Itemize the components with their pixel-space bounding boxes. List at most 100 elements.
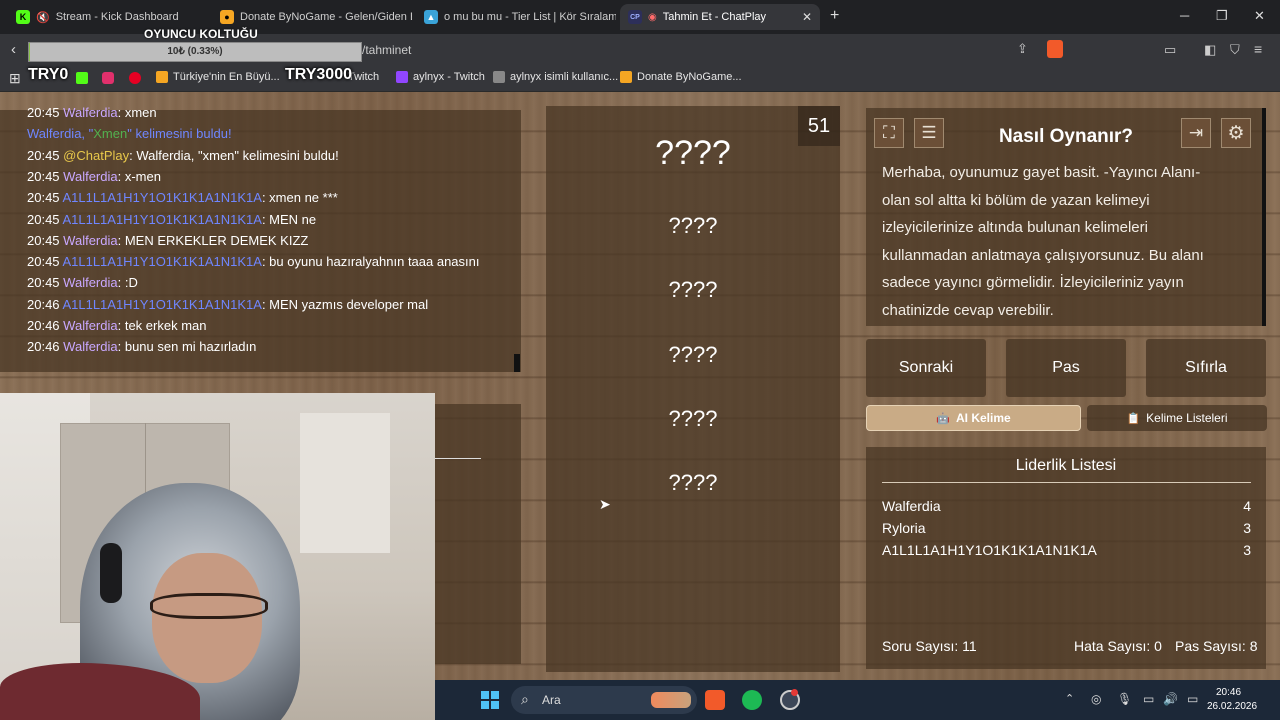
sys-text: Walferdia, "	[27, 126, 94, 142]
maximize-icon[interactable]: ❐	[1216, 8, 1228, 24]
chat-username[interactable]: Walferdia	[63, 105, 117, 120]
tab-label: Kelime Listeleri	[1146, 411, 1228, 425]
donation-goal-title: OYUNCU KOLTUĞU	[144, 27, 258, 41]
tab-label: Donate ByNoGame - Gelen/Giden Ba	[240, 11, 412, 23]
sidebar-icon[interactable]: ◧	[1204, 42, 1216, 58]
settings-gear-icon[interactable]: ⚙	[1221, 118, 1251, 148]
bookmark-label: Donate ByNoGame...	[637, 71, 742, 83]
chatplay-icon: CP	[628, 10, 642, 24]
chat-message: 20:46 Walferdia: tek erkek man	[27, 318, 207, 333]
chat-time: 20:46	[27, 339, 60, 355]
chat-username[interactable]: A1L1L1A1H1Y1O1K1K1A1N1K1A	[62, 297, 261, 312]
chat-message: 20:45 A1L1L1A1H1Y1O1K1K1A1N1K1A: xmen ne…	[27, 190, 338, 206]
donation-goal-bar: 10₺ (0.33%)	[28, 42, 362, 62]
chat-username[interactable]: A1L1L1A1H1Y1O1K1K1A1N1K1A	[62, 254, 261, 269]
howto-line: kullanmadan anlatmaya çalışıyorsunuz. Bu…	[882, 246, 1204, 264]
bookmark-label: Türkiye'nin En Büyü...	[173, 71, 280, 83]
chat-system-message: Walferdia, "Xmen" kelimesini buldu!	[27, 126, 232, 141]
bookmark-twitch[interactable]: Twitch	[348, 71, 379, 83]
leaderboard-panel: Liderlik Listesi	[866, 447, 1266, 669]
player-name: A1L1L1A1H1Y1O1K1K1A1N1K1A	[882, 542, 1097, 558]
close-window-icon[interactable]: ✕	[1254, 8, 1265, 24]
howto-scrollbar[interactable]	[1262, 108, 1266, 326]
network-icon[interactable]: ▭	[1143, 692, 1154, 706]
kick-bookmark-icon[interactable]	[76, 72, 88, 84]
chat-username[interactable]: A1L1L1A1H1Y1O1K1K1A1N1K1A	[62, 212, 261, 227]
tab-tierlist[interactable]: ▲ o mu bu mu - Tier List | Kör Sıralama	[416, 4, 616, 30]
recording-icon: ◉	[648, 11, 657, 23]
search-icon: ⌕	[521, 691, 529, 707]
tray-chevron-icon[interactable]: ⌃	[1065, 692, 1074, 705]
chat-scrollbar[interactable]	[514, 354, 520, 372]
taskbar-search[interactable]: ⌕ Ara	[511, 686, 697, 714]
chat-username[interactable]: Walferdia	[63, 169, 117, 184]
chat-time: 20:45	[27, 105, 60, 120]
brave-shields-icon[interactable]	[1047, 40, 1063, 58]
bookmark-label: aylnyx - Twitch	[413, 71, 485, 83]
player-score: 3	[1243, 520, 1251, 536]
menu-icon[interactable]: ≡	[1254, 41, 1262, 57]
bookmark-aylnyx-twitch[interactable]: aylnyx - Twitch	[396, 71, 485, 83]
found-word: Xmen	[93, 126, 128, 142]
close-tab-icon[interactable]: ✕	[802, 10, 812, 24]
muted-speaker-icon: 🔇	[36, 11, 50, 24]
microphone-icon[interactable]: 🎙	[1117, 692, 1132, 706]
donation-goal-text: 10₺ (0.33%)	[167, 46, 223, 57]
chat-username[interactable]: Walferdia	[63, 233, 117, 248]
page-icon	[493, 71, 505, 83]
chat-time: 20:45	[27, 168, 60, 184]
search-highlight-image	[651, 692, 691, 708]
forbidden-word: ????	[668, 406, 718, 431]
windows-start-icon[interactable]	[481, 691, 499, 709]
exit-icon[interactable]: ⇥	[1181, 118, 1211, 148]
chat-username[interactable]: Walferdia	[63, 275, 117, 290]
volume-icon[interactable]: 🔊	[1163, 692, 1178, 706]
tab-label: Stream - Kick Dashboard	[55, 11, 179, 23]
clock-date[interactable]: 26.02.2026	[1207, 701, 1257, 712]
chat-username[interactable]: A1L1L1A1H1Y1O1K1K1A1N1K1A	[62, 190, 261, 205]
chat-text: MEN ne	[269, 211, 317, 227]
spotify-icon[interactable]	[742, 690, 762, 710]
instagram-icon[interactable]	[102, 72, 114, 84]
bookmark-aylnyx-user[interactable]: aylnyx isimli kullanıc...	[493, 71, 618, 83]
chat-username[interactable]: Walferdia	[63, 339, 117, 354]
main-word: ????	[655, 134, 731, 172]
chat-username[interactable]: Walferdia	[63, 318, 117, 333]
cast-icon[interactable]: ▭	[1164, 42, 1176, 58]
windows-taskbar: ⌕ Ara ⌃ ◎ 🎙 ▭ 🔊 ▭ 20:46 26.02.2026	[435, 680, 1280, 720]
chat-message: 20:45 Walferdia: x-men	[27, 168, 161, 184]
new-tab-button[interactable]: +	[830, 7, 839, 25]
next-button[interactable]: Sonraki	[866, 339, 986, 397]
pass-button[interactable]: Pas	[1006, 339, 1126, 397]
bookmark-turkiye[interactable]: Türkiye'nin En Büyü...	[156, 71, 280, 83]
minimize-icon[interactable]: ─	[1180, 8, 1189, 23]
player-score: 4	[1243, 498, 1251, 514]
tab-label: AI Kelime	[956, 411, 1011, 425]
chat-time: 20:46	[27, 296, 60, 312]
robot-icon: 🤖	[936, 412, 950, 425]
bookmark-donate-bynogame[interactable]: Donate ByNoGame...	[620, 71, 742, 83]
back-icon[interactable]: ‹	[11, 41, 16, 58]
brave-taskbar-icon[interactable]	[705, 690, 725, 710]
clipboard-icon: 📋	[1126, 412, 1141, 425]
tab-chatplay[interactable]: CP ◉ Tahmin Et - ChatPlay ✕	[620, 4, 820, 30]
chat-message: 20:46 Walferdia: bunu sen mi hazırladın	[27, 339, 257, 355]
tab-word-lists[interactable]: 📋 Kelime Listeleri	[1087, 405, 1267, 431]
reset-button[interactable]: Sıfırla	[1146, 339, 1266, 397]
chat-text: bunu sen mi hazırladın	[124, 339, 257, 355]
address-url[interactable]: /tahminet	[362, 43, 411, 57]
bookmark-label: Twitch	[348, 71, 380, 83]
chat-username[interactable]: @ChatPlay	[63, 148, 129, 163]
vpn-shield-icon[interactable]: ⛉	[1230, 42, 1240, 58]
tab-ai-word[interactable]: 🤖 AI Kelime	[866, 405, 1081, 431]
battery-icon[interactable]: ▭	[1187, 692, 1198, 706]
mouse-cursor-icon: ➤	[599, 496, 611, 512]
tray-app-icon[interactable]: ◎	[1091, 692, 1101, 706]
chat-text: MEN ERKEKLER DEMEK KIZZ	[124, 232, 309, 248]
clock-time[interactable]: 20:46	[1216, 687, 1241, 698]
pinterest-icon[interactable]	[129, 72, 141, 84]
apps-grid-icon[interactable]: ⊞	[9, 70, 21, 87]
tab-label: o mu bu mu - Tier List | Kör Sıralama	[444, 11, 616, 23]
share-icon[interactable]: ⇪	[1017, 41, 1028, 57]
headphones	[100, 543, 122, 603]
